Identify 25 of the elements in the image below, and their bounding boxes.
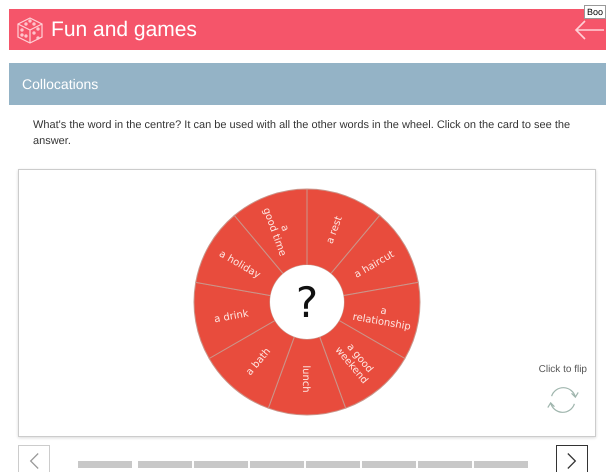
section-title: Collocations xyxy=(22,76,98,92)
chevron-right-icon xyxy=(567,452,577,470)
segment-label: a good time xyxy=(260,206,291,258)
next-button[interactable] xyxy=(556,445,588,472)
progress-segment[interactable] xyxy=(474,461,528,468)
question-mark: ? xyxy=(296,278,318,327)
progress-segment[interactable] xyxy=(250,461,304,468)
segment-label: a relationship xyxy=(352,305,412,333)
progress-segment[interactable] xyxy=(418,461,472,468)
progress-segment[interactable] xyxy=(362,461,416,468)
progress-segment[interactable] xyxy=(194,461,248,468)
segment-label: a rest xyxy=(324,214,345,246)
segment-label: lunch xyxy=(300,365,311,393)
dice-icon xyxy=(15,14,45,44)
progress-segment[interactable] xyxy=(78,461,132,468)
page-title: Fun and games xyxy=(51,18,197,42)
instructions-text: What's the word in the centre? It can be used with all the other words in the wheel. Click on the card to see the answer. xyxy=(33,118,572,149)
chevron-left-icon xyxy=(29,452,39,470)
progress-segment[interactable] xyxy=(306,461,360,468)
back-arrow-icon[interactable] xyxy=(574,20,604,40)
progress-segment[interactable] xyxy=(138,461,192,468)
flip-hint: Click to flip xyxy=(538,364,587,375)
tooltip: Boo xyxy=(584,5,606,19)
previous-button[interactable] xyxy=(18,445,50,472)
segment-label: a drink xyxy=(213,308,250,326)
